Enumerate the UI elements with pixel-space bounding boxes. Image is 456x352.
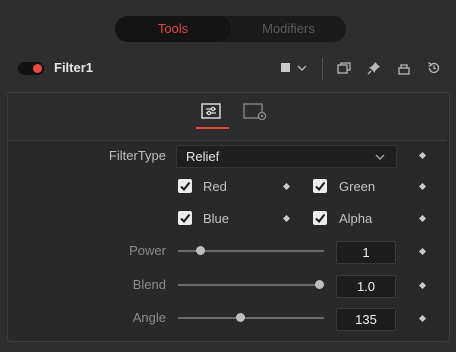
angle-label: Angle bbox=[132, 310, 166, 325]
filter-type-dropdown[interactable]: Relief bbox=[176, 145, 397, 168]
alpha-label: Alpha bbox=[339, 211, 373, 226]
color-swatch-icon[interactable] bbox=[279, 60, 291, 76]
red-label: Red bbox=[203, 179, 227, 194]
blend-label: Blend bbox=[132, 277, 166, 292]
angle-slider-thumb[interactable] bbox=[235, 313, 245, 322]
chevron-down-icon[interactable] bbox=[296, 60, 308, 76]
blend-slider-track[interactable] bbox=[178, 284, 324, 286]
version-icon[interactable] bbox=[336, 60, 352, 76]
power-slider-thumb[interactable] bbox=[195, 246, 205, 255]
toggle-knob bbox=[33, 64, 42, 73]
tool-modifier-switch: Tools Modifiers bbox=[115, 16, 346, 42]
tab-modifiers[interactable]: Modifiers bbox=[231, 16, 346, 42]
blue-checkbox[interactable] bbox=[178, 211, 192, 225]
node-name: Filter1 bbox=[54, 60, 94, 75]
tab-tools[interactable]: Tools bbox=[115, 16, 231, 42]
header-divider bbox=[322, 58, 323, 80]
red-checkbox[interactable] bbox=[178, 179, 192, 193]
settings-tab-icon[interactable] bbox=[243, 103, 267, 121]
pin-icon[interactable] bbox=[366, 60, 382, 76]
reset-icon[interactable] bbox=[426, 60, 442, 76]
chevron-down-icon bbox=[374, 150, 386, 168]
blue-label: Blue bbox=[203, 211, 230, 226]
active-tab-indicator bbox=[196, 127, 229, 129]
enable-toggle-icon[interactable] bbox=[18, 62, 44, 75]
blend-value-field[interactable]: 1.0 bbox=[336, 275, 396, 298]
green-checkbox[interactable] bbox=[313, 179, 327, 193]
lock-icon[interactable] bbox=[396, 60, 412, 76]
angle-slider-track[interactable] bbox=[178, 317, 324, 319]
filter-type-value: Relief bbox=[186, 149, 220, 164]
green-label: Green bbox=[339, 179, 376, 194]
alpha-checkbox[interactable] bbox=[313, 211, 327, 225]
power-value-field[interactable]: 1 bbox=[336, 241, 396, 264]
inspector-tab-bar bbox=[8, 93, 447, 141]
filter-type-label: FilterType bbox=[108, 148, 166, 163]
angle-value-field[interactable]: 135 bbox=[336, 308, 396, 331]
power-label: Power bbox=[129, 243, 166, 258]
controls-tab-icon[interactable] bbox=[201, 103, 221, 119]
blend-slider-thumb[interactable] bbox=[315, 280, 324, 289]
